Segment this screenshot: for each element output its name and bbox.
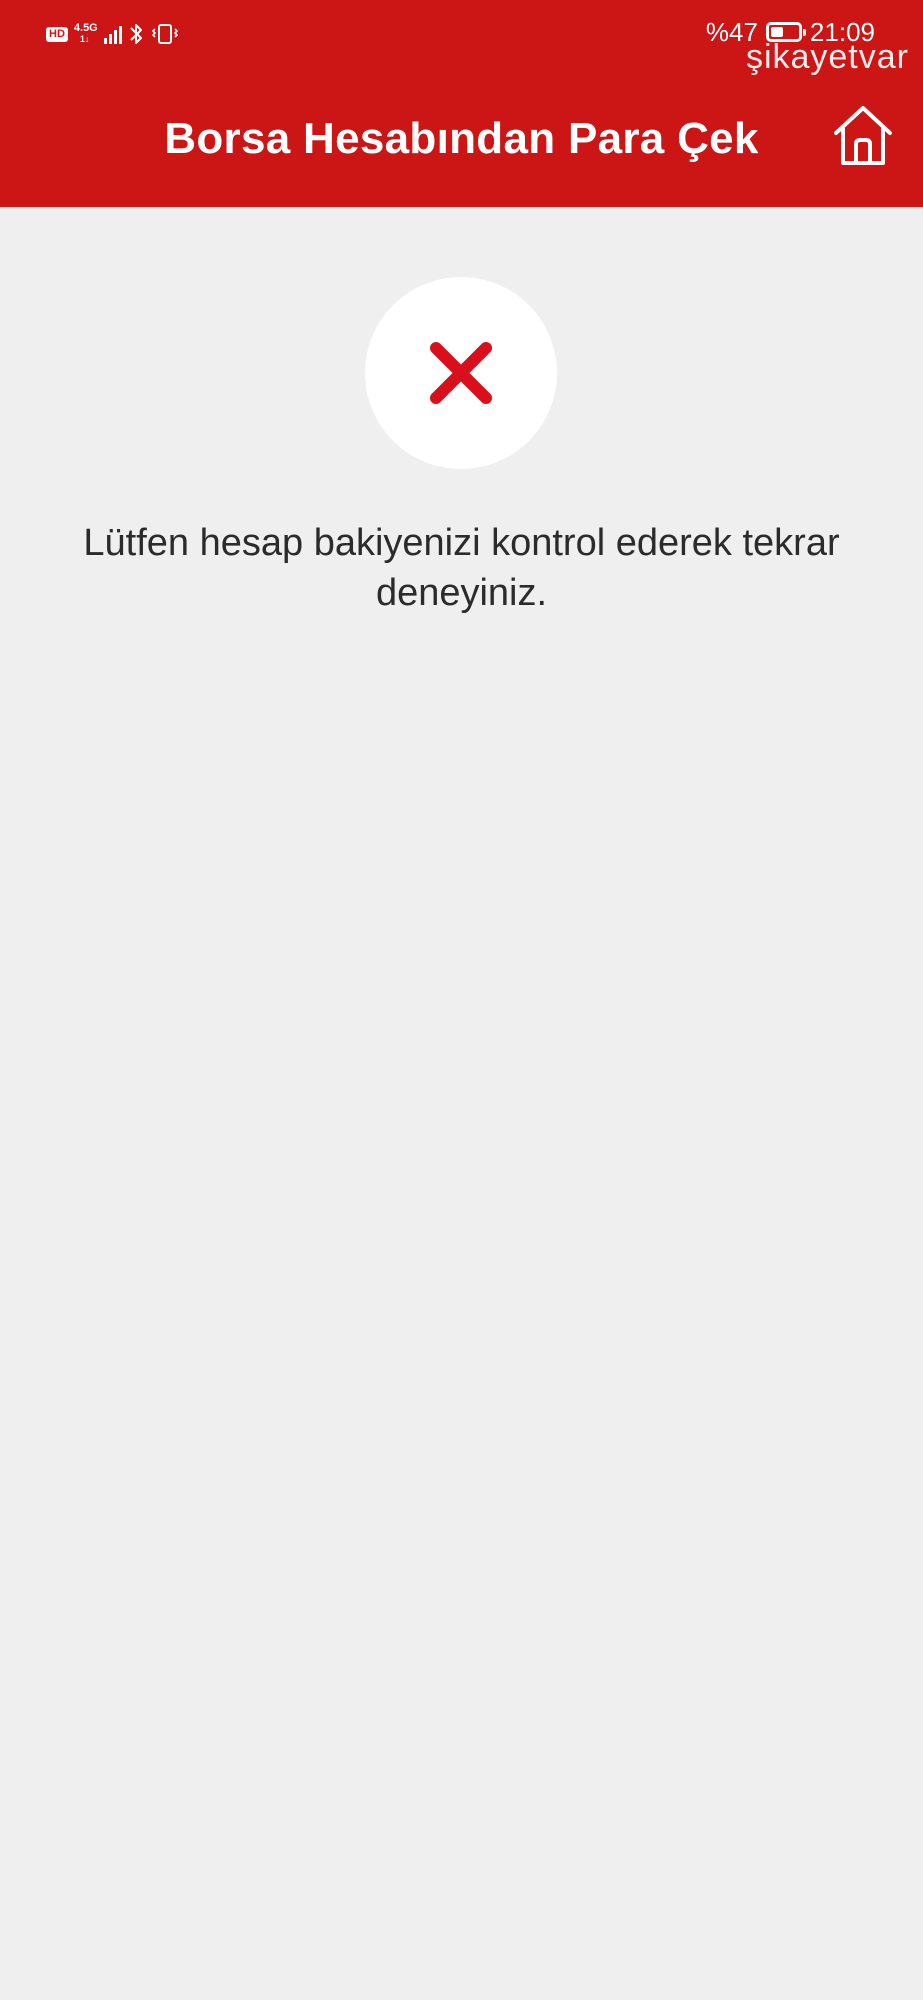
bluetooth-icon <box>130 24 142 44</box>
battery-fill <box>770 27 783 37</box>
home-icon <box>834 106 892 165</box>
error-message: Lütfen hesap bakiyenizi kontrol ederek t… <box>83 522 840 614</box>
status-bar-left: HD 4.5G 1↓ <box>46 18 180 50</box>
network-type-indicator: 4.5G 1↓ <box>74 23 98 45</box>
hd-voice-icon: HD <box>46 26 68 42</box>
home-button[interactable] <box>828 100 898 170</box>
signal-strength-icon <box>103 24 122 44</box>
app-header: HD 4.5G 1↓ %47 21:09 şikayetvar Borsa He… <box>0 0 923 207</box>
watermark-logo: şikayetvar <box>745 38 909 76</box>
close-icon <box>430 342 492 404</box>
network-activity-label: 1↓ <box>79 34 90 44</box>
vibrate-icon <box>151 24 178 44</box>
page-title: Borsa Hesabından Para Çek <box>164 114 759 163</box>
error-status-badge <box>365 277 557 469</box>
network-type-label: 4.5G <box>73 22 98 34</box>
